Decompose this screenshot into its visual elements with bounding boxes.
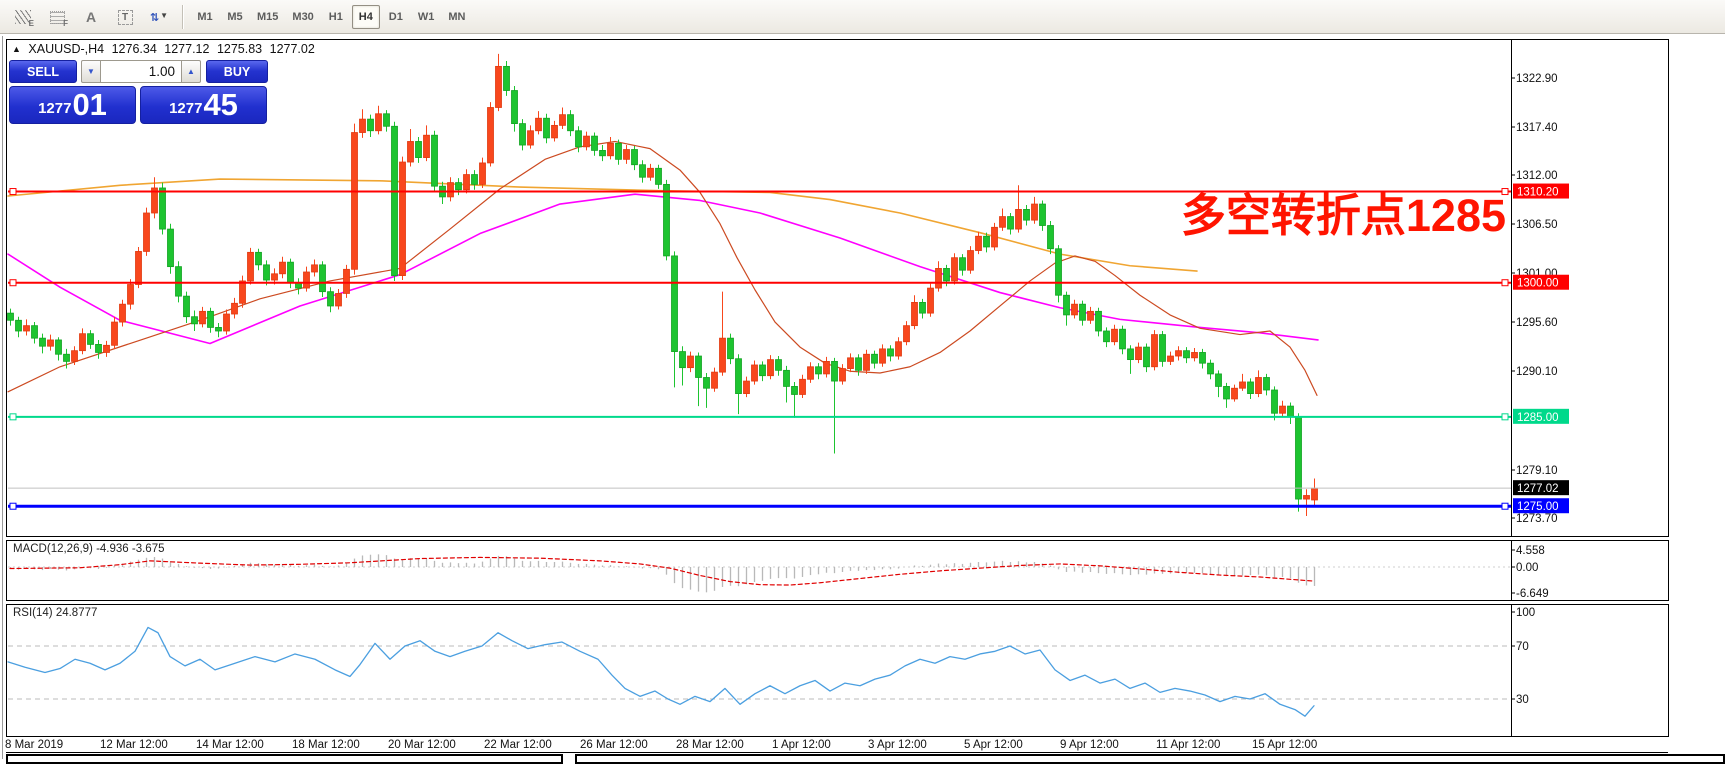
price-tick-label: 1312.00 — [1516, 170, 1558, 182]
timeframe-button-M30[interactable]: M30 — [286, 5, 319, 29]
bottom-window-edge-left — [6, 754, 563, 764]
price-badge-label: 1300.00 — [1517, 278, 1559, 290]
hline-handle — [1502, 414, 1508, 420]
hline-handle — [10, 503, 16, 509]
rsi-indicator-panel[interactable]: 100 70 30 — [0, 604, 1725, 737]
ask-price-small: 1277 — [169, 97, 202, 121]
ohlc-high: 1277.12 — [164, 42, 209, 56]
time-axis-label: 22 Mar 12:00 — [484, 739, 552, 751]
buy-button[interactable]: BUY — [206, 60, 268, 83]
time-axis-label: 8 Mar 2019 — [5, 739, 63, 751]
timeframe-button-D1[interactable]: D1 — [382, 5, 410, 29]
price-tick-label: 1306.50 — [1516, 219, 1558, 231]
timeframe-button-group: M1M5M15M30H1H4D1W1MN — [190, 5, 472, 29]
ohlc-low: 1275.83 — [217, 42, 262, 56]
time-axis-label: 18 Mar 12:00 — [292, 739, 360, 751]
ohlc-close: 1277.02 — [270, 42, 315, 56]
hline-handle — [10, 280, 16, 286]
time-axis-label: 14 Mar 12:00 — [196, 739, 264, 751]
grid-pattern-icon[interactable]: F — [42, 4, 72, 30]
timeframe-button-H1[interactable]: H1 — [322, 5, 350, 29]
bid-price-panel[interactable]: 1277 01 — [9, 86, 136, 124]
macd-tick-label: -6.649 — [1516, 588, 1549, 600]
price-tick-label: 1322.90 — [1516, 73, 1558, 85]
hline-handle — [10, 414, 16, 420]
macd-indicator-panel[interactable]: 4.558 0.00 -6.649 — [0, 540, 1725, 601]
timeframe-button-M15[interactable]: M15 — [251, 5, 284, 29]
expert-advisors-icon[interactable]: E — [8, 4, 38, 30]
hline-handle — [10, 189, 16, 195]
price-tick-label: 1295.60 — [1516, 317, 1558, 329]
top-toolbar: EFAT⇅▼ M1M5M15M30H1H4D1W1MN — [0, 0, 1725, 34]
macd-tick-label: 0.00 — [1516, 562, 1538, 574]
price-tick-label: 1290.10 — [1516, 366, 1558, 378]
price-tick-label: 1273.70 — [1516, 513, 1558, 525]
price-tick-label: 1317.40 — [1516, 122, 1558, 134]
toolbar-icon-group: EFAT⇅▼ — [6, 4, 176, 30]
time-axis-label: 3 Apr 12:00 — [868, 739, 927, 751]
chart-annotation-text: 多空转折点1285 — [1150, 193, 1506, 238]
time-axis-label: 26 Mar 12:00 — [580, 739, 648, 751]
bottom-window-edge-right — [575, 754, 1725, 764]
price-badge-label: 1310.20 — [1517, 187, 1559, 199]
hline-handle — [1502, 503, 1508, 509]
macd-title: MACD(12,26,9) -4.936 -3.675 — [13, 543, 165, 555]
macd-panel-border — [7, 541, 1669, 601]
time-axis-label: 28 Mar 12:00 — [676, 739, 744, 751]
font-icon[interactable]: A — [76, 4, 106, 30]
rsi-tick-label: 70 — [1516, 641, 1529, 653]
price-tick-label: 1279.10 — [1516, 465, 1558, 477]
macd-tick-label: 4.558 — [1516, 545, 1545, 557]
ask-price-panel[interactable]: 1277 45 — [140, 86, 267, 124]
time-axis-label: 11 Apr 12:00 — [1156, 739, 1220, 751]
ask-price-big: 45 — [203, 88, 237, 121]
chart-ohlc-header: ▲ XAUUSD-,H4 1276.34 1277.12 1275.83 127… — [12, 42, 319, 56]
symbol-expand-icon[interactable]: ▲ — [12, 44, 21, 54]
timeframe-button-M5[interactable]: M5 — [221, 5, 249, 29]
price-badge-label: 1275.00 — [1517, 501, 1559, 513]
current-price-badge-label: 1277.02 — [1517, 483, 1559, 495]
time-axis-label: 12 Mar 12:00 — [100, 739, 168, 751]
cursor-arrows-icon[interactable]: ⇅▼ — [144, 4, 174, 30]
time-axis-label: 1 Apr 12:00 — [772, 739, 831, 751]
bid-price-small: 1277 — [38, 97, 71, 121]
timeframe-button-W1[interactable]: W1 — [412, 5, 441, 29]
time-axis-label: 20 Mar 12:00 — [388, 739, 456, 751]
rsi-title: RSI(14) 24.8777 — [13, 607, 97, 619]
symbol-timeframe-label: XAUUSD-,H4 — [28, 42, 104, 56]
timeframe-button-H4[interactable]: H4 — [352, 5, 380, 29]
rsi-tick-label: 30 — [1516, 694, 1529, 706]
rsi-panel-border — [7, 605, 1669, 737]
volume-decrease-button[interactable]: ▼ — [81, 60, 101, 83]
time-axis-label: 9 Apr 12:00 — [1060, 739, 1119, 751]
price-badge-label: 1285.00 — [1517, 412, 1559, 424]
hline-handle — [1502, 280, 1508, 286]
time-axis[interactable]: 8 Mar 2019 12 Mar 12:00 14 Mar 12:00 18 Mar… — [6, 737, 1668, 753]
text-label-icon[interactable]: T — [110, 4, 140, 30]
time-axis-label: 5 Apr 12:00 — [964, 739, 1023, 751]
sell-button[interactable]: SELL — [9, 60, 77, 83]
timeframe-button-MN[interactable]: MN — [442, 5, 471, 29]
volume-increase-button[interactable]: ▲ — [181, 60, 201, 83]
timeframe-button-M1[interactable]: M1 — [191, 5, 219, 29]
time-axis-label: 15 Apr 12:00 — [1252, 739, 1317, 751]
rsi-tick-label: 100 — [1516, 607, 1535, 619]
ohlc-open: 1276.34 — [112, 42, 157, 56]
toolbar-separator — [182, 5, 184, 29]
one-click-trading-widget: SELL ▼ ▲ BUY 1277 01 1277 45 — [9, 60, 271, 124]
bid-price-big: 01 — [72, 88, 106, 121]
volume-input[interactable] — [101, 60, 181, 83]
